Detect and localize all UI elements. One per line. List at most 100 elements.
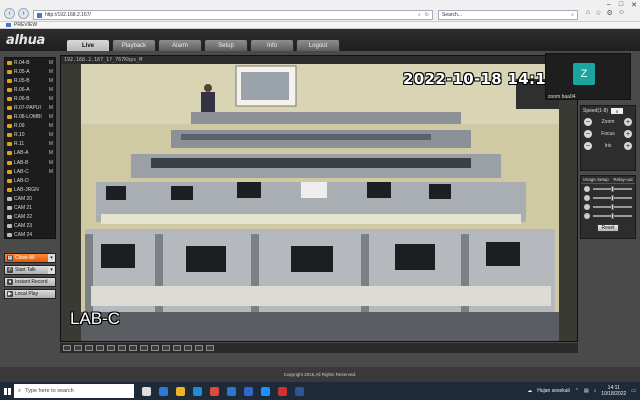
- tab-setup[interactable]: Setup: [204, 39, 248, 51]
- widgets-icon[interactable]: [159, 386, 168, 396]
- chevron-up-icon[interactable]: ⌃: [575, 388, 579, 394]
- maximize-icon[interactable]: □: [619, 1, 623, 9]
- camera-list-item[interactable]: R.10 M: [5, 131, 55, 140]
- zoom-in-button[interactable]: +: [624, 118, 632, 126]
- camera-list-item[interactable]: CAM 22: [5, 213, 55, 222]
- video-window[interactable]: 192.168.2.167_1?_767Kbps_M 2022-10-18 14…: [60, 55, 578, 342]
- start-button[interactable]: [0, 382, 14, 400]
- stream-type-label[interactable]: M: [49, 60, 53, 66]
- chevron-down-icon[interactable]: ▾: [48, 266, 55, 274]
- magnifier-icon[interactable]: ⌕: [571, 12, 574, 18]
- browser-tab[interactable]: PREVIEW: [0, 22, 640, 29]
- record-icon[interactable]: [140, 345, 148, 351]
- layout-4-icon[interactable]: [74, 345, 82, 351]
- tab-info[interactable]: Info: [250, 39, 294, 51]
- zoom-icon[interactable]: [244, 386, 253, 396]
- iris-out-button[interactable]: −: [584, 142, 592, 150]
- camera-list-item[interactable]: LAB-A M: [5, 149, 55, 158]
- tab-relay-out[interactable]: Relay-out: [613, 177, 632, 182]
- brightness-slider[interactable]: [581, 184, 635, 193]
- close-window-icon[interactable]: [206, 345, 214, 351]
- notification-icon[interactable]: ▭: [631, 388, 636, 394]
- fullscreen-icon[interactable]: [118, 345, 126, 351]
- app-icon[interactable]: [295, 386, 304, 396]
- gear-icon[interactable]: ⚙: [607, 9, 613, 17]
- camera-list-item[interactable]: R.11 M: [5, 140, 55, 149]
- internet-explorer-icon[interactable]: [261, 386, 270, 396]
- instant-record-button[interactable]: ● Instant Record: [4, 277, 56, 287]
- camera-list-item[interactable]: LAB-JRGN: [5, 185, 55, 194]
- camera-list-item[interactable]: CAM 24: [5, 231, 55, 238]
- slider-knob[interactable]: [610, 185, 614, 192]
- clock[interactable]: 14:11 10/18/2022: [601, 385, 626, 397]
- layout-9-icon[interactable]: [85, 345, 93, 351]
- contrast-slider[interactable]: [581, 193, 635, 202]
- reset-button[interactable]: Reset: [597, 224, 619, 232]
- snapshot-icon[interactable]: [129, 345, 137, 351]
- focus-in-button[interactable]: +: [624, 130, 632, 138]
- stream-type-label[interactable]: M: [49, 69, 53, 75]
- stream-type-label[interactable]: M: [49, 87, 53, 93]
- chevron-down-icon[interactable]: ▾: [48, 254, 55, 262]
- taskbar-search-input[interactable]: ⌕ Type here to search: [14, 384, 134, 398]
- slider-knob[interactable]: [610, 212, 614, 219]
- meeting-popup[interactable]: Z zoom baa04: [545, 53, 631, 100]
- weather-icon[interactable]: ☁: [527, 388, 532, 394]
- tab-image-setup[interactable]: Image Setup: [583, 177, 609, 182]
- camera-list-item[interactable]: LAB-B M: [5, 158, 55, 167]
- home-icon[interactable]: ⌂: [586, 9, 590, 17]
- stream-type-label[interactable]: M: [49, 150, 53, 156]
- tab-logout[interactable]: Logout: [296, 39, 340, 51]
- tab-live[interactable]: Live: [66, 39, 110, 51]
- stream-icon[interactable]: [173, 345, 181, 351]
- stream-type-label[interactable]: M: [49, 105, 53, 111]
- stream-type-label[interactable]: M: [49, 114, 53, 120]
- slider-knob[interactable]: [610, 194, 614, 201]
- chrome-icon[interactable]: [210, 386, 219, 396]
- saturation-slider[interactable]: [581, 202, 635, 211]
- favorites-icon[interactable]: ☆: [595, 9, 601, 17]
- local-play-button[interactable]: ▶ Local Play: [4, 289, 56, 299]
- stream-type-label[interactable]: M: [49, 78, 53, 84]
- smiley-icon[interactable]: ☺: [618, 9, 625, 17]
- minimize-icon[interactable]: –: [607, 1, 611, 9]
- camera-list-item[interactable]: R.08-LOMBI M: [5, 113, 55, 122]
- network-icon[interactable]: ▤: [584, 388, 589, 394]
- start-talk-button[interactable]: ✆ Start Talk ▾: [4, 265, 56, 275]
- stream-type-label[interactable]: M: [49, 160, 53, 166]
- ratio-icon[interactable]: [195, 345, 203, 351]
- camera-list-item[interactable]: CAM 21: [5, 204, 55, 213]
- camera-list-item[interactable]: R.06-A M: [5, 85, 55, 94]
- forward-button[interactable]: ›: [18, 8, 29, 19]
- camera-list-item[interactable]: CAM 23: [5, 222, 55, 231]
- stream-type-label[interactable]: M: [49, 123, 53, 129]
- refresh-icon[interactable]: ↻: [425, 12, 429, 18]
- tab-alarm[interactable]: Alarm: [158, 39, 202, 51]
- camera-list-item[interactable]: R.04-B M: [5, 58, 55, 67]
- layout-custom-icon[interactable]: [107, 345, 115, 351]
- task-view-icon[interactable]: [142, 386, 151, 396]
- camera-list-item[interactable]: LAB-D: [5, 176, 55, 185]
- layout-16-icon[interactable]: [96, 345, 104, 351]
- edge-icon[interactable]: [227, 386, 236, 396]
- stream-type-label[interactable]: M: [49, 141, 53, 147]
- iris-in-button[interactable]: +: [623, 142, 632, 150]
- zoom-out-button[interactable]: −: [584, 118, 592, 126]
- address-bar[interactable]: http://192.168.2.167/ ⌕ ↻: [33, 10, 433, 20]
- camera-list-item[interactable]: CAM 20: [5, 194, 55, 203]
- stream-type-label[interactable]: M: [49, 169, 53, 175]
- speed-select[interactable]: 5: [611, 108, 624, 114]
- camera-list-item[interactable]: R.06-B M: [5, 94, 55, 103]
- close-icon[interactable]: ✕: [631, 1, 637, 9]
- stream-type-label[interactable]: M: [49, 132, 53, 138]
- close-all-button[interactable]: ▦ Close All ▾: [4, 253, 56, 263]
- browser-search-input[interactable]: Search... ⌕: [438, 10, 578, 20]
- volume-icon[interactable]: ♪: [594, 388, 597, 394]
- camera-list[interactable]: R.04-B M R.05-A M R.05-B M R.06-A M R.06-B M R.07-…: [4, 57, 56, 239]
- camera-list-item[interactable]: R.05-B M: [5, 76, 55, 85]
- camera-list-item[interactable]: R.05-A M: [5, 67, 55, 76]
- app-icon[interactable]: [278, 386, 287, 396]
- audio-icon[interactable]: [151, 345, 159, 351]
- file-explorer-icon[interactable]: [176, 386, 185, 396]
- zoom-icon[interactable]: [162, 345, 170, 351]
